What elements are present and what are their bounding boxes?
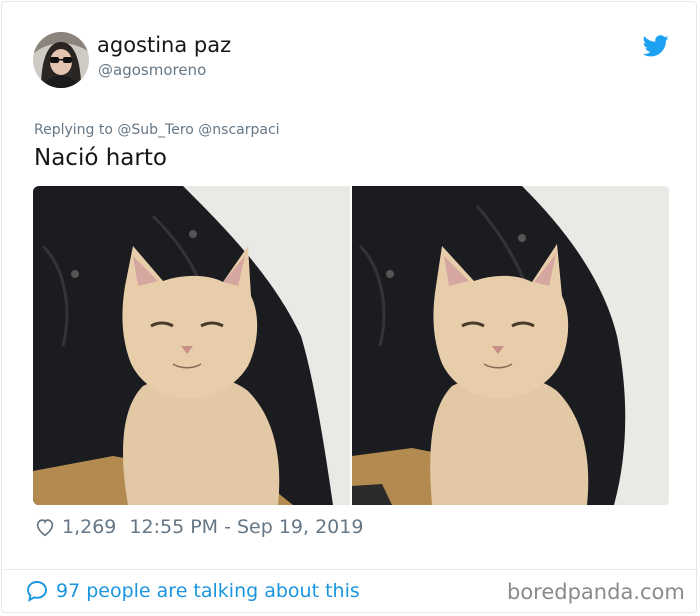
divider [3, 569, 699, 570]
watermark: boredpanda.com [507, 580, 685, 604]
avatar[interactable] [33, 32, 89, 88]
author-handle[interactable]: @agosmoreno [98, 61, 206, 79]
heart-icon[interactable] [34, 516, 56, 538]
like-count[interactable]: 1,269 [62, 516, 116, 538]
reply-context: Replying to @Sub_Tero @nscarpaci [34, 122, 280, 138]
tweet-text: Nació harto [34, 145, 167, 171]
conversation-link[interactable]: 97 people are talking about this [24, 579, 360, 603]
cat-photo-right[interactable] [352, 186, 669, 505]
author-name[interactable]: agostina paz [97, 33, 231, 57]
tweet-media[interactable] [33, 186, 670, 505]
avatar-image [33, 32, 89, 88]
reply-prefix: Replying to [34, 122, 113, 138]
conversation-text[interactable]: 97 people are talking about this [56, 580, 360, 602]
twitter-bird-icon[interactable] [643, 35, 669, 57]
speech-bubble-icon [27, 581, 47, 602]
timestamp[interactable]: 12:55 PM - Sep 19, 2019 [129, 516, 363, 538]
reply-mentions[interactable]: @Sub_Tero @nscarpaci [117, 122, 279, 138]
cat-photo-left[interactable] [33, 186, 350, 505]
tweet-card: agostina paz @agosmoreno Replying to @Su… [1, 1, 699, 613]
tweet-meta: 1,269 12:55 PM - Sep 19, 2019 [34, 516, 363, 538]
